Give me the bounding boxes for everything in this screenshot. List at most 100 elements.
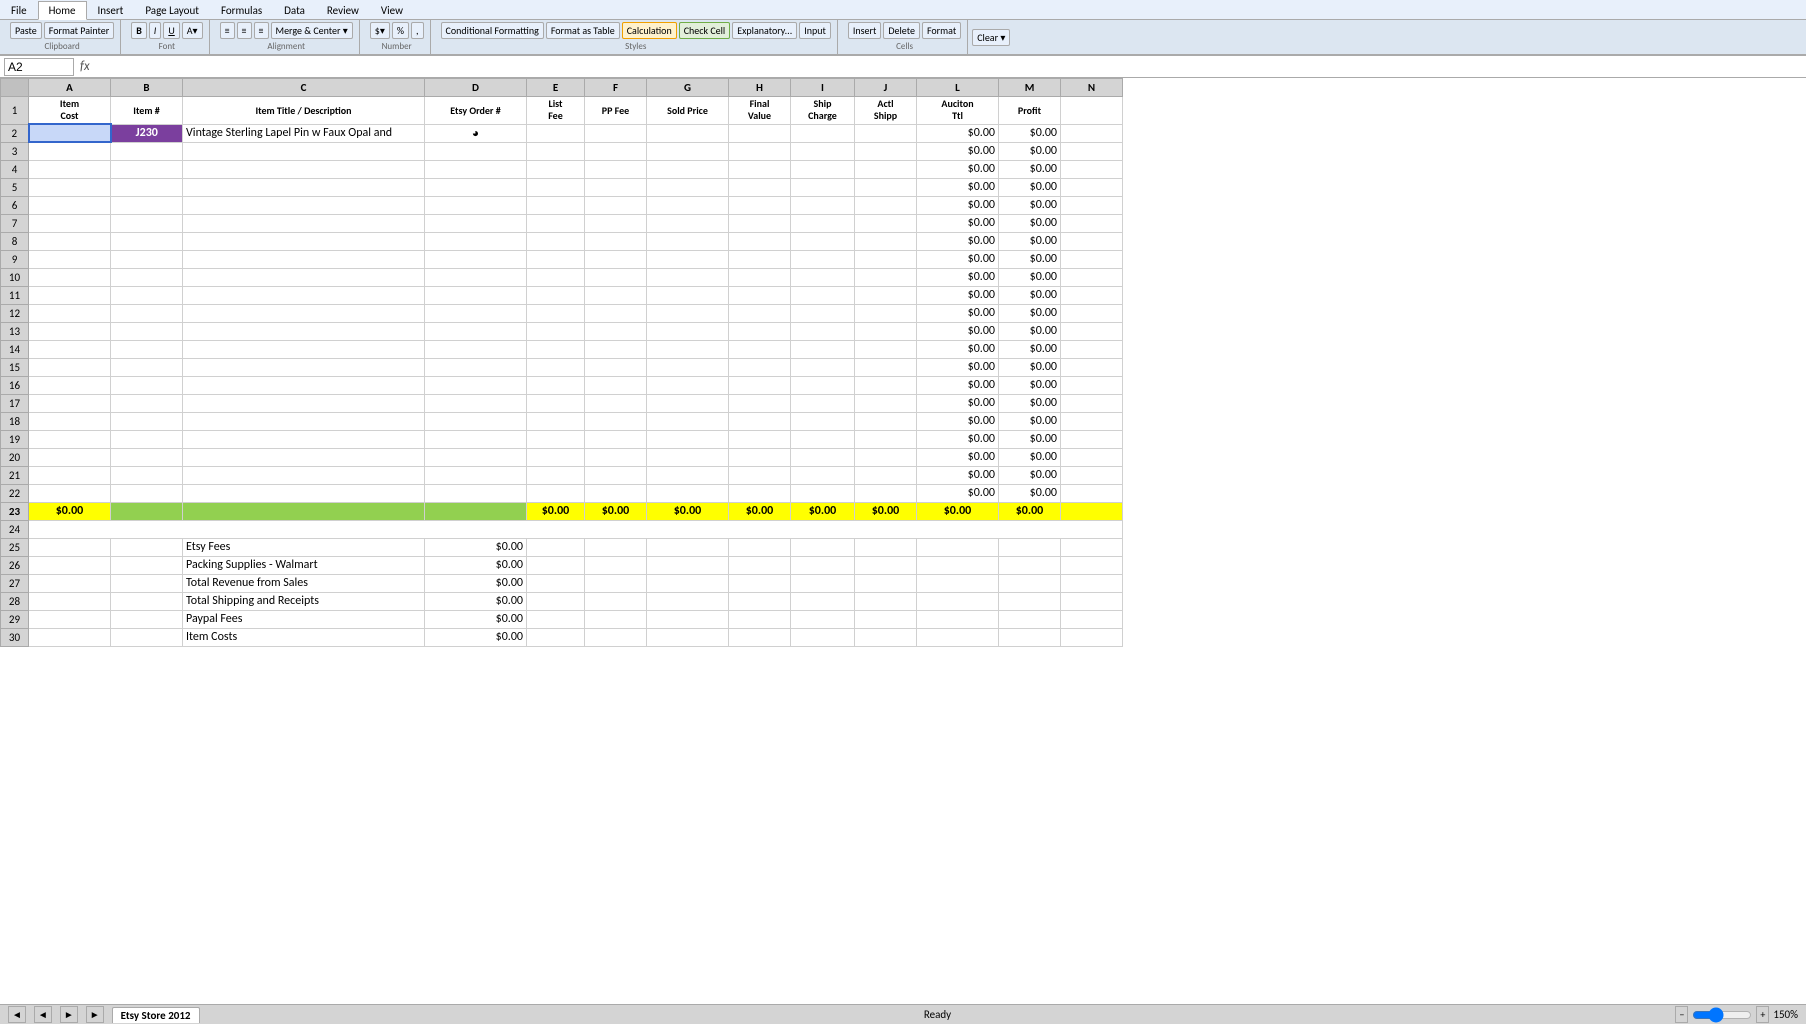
cell-e18[interactable]: [527, 412, 585, 430]
cell-f6[interactable]: [585, 196, 647, 214]
cell-f17[interactable]: [585, 394, 647, 412]
cell-a18[interactable]: [29, 412, 111, 430]
cell-i27[interactable]: [791, 574, 855, 592]
cell-g17[interactable]: [647, 394, 729, 412]
cell-c25-label[interactable]: Etsy Fees: [183, 538, 425, 556]
cell-f13[interactable]: [585, 322, 647, 340]
tab-review[interactable]: Review: [316, 1, 370, 19]
cell-a22[interactable]: [29, 484, 111, 502]
paste-button[interactable]: Paste: [10, 22, 42, 39]
cell-a2[interactable]: [29, 124, 111, 142]
cell-j7[interactable]: [855, 214, 917, 232]
cell-i25[interactable]: [791, 538, 855, 556]
tab-data[interactable]: Data: [273, 1, 316, 19]
nav-prev[interactable]: ◄: [34, 1006, 52, 1023]
cell-n4[interactable]: [1061, 160, 1123, 178]
cell-b1[interactable]: Item #: [111, 97, 183, 125]
cell-n14[interactable]: [1061, 340, 1123, 358]
cell-e27[interactable]: [527, 574, 585, 592]
cell-b15[interactable]: [111, 358, 183, 376]
cell-e9[interactable]: [527, 250, 585, 268]
cell-i15[interactable]: [791, 358, 855, 376]
cell-m13[interactable]: $0.00: [999, 322, 1061, 340]
cell-l4[interactable]: $0.00: [917, 160, 999, 178]
cell-e23-total[interactable]: $0.00: [527, 502, 585, 520]
cell-a6[interactable]: [29, 196, 111, 214]
col-header-h[interactable]: H: [729, 79, 791, 97]
cell-m16[interactable]: $0.00: [999, 376, 1061, 394]
cell-i19[interactable]: [791, 430, 855, 448]
cell-m14[interactable]: $0.00: [999, 340, 1061, 358]
cell-e16[interactable]: [527, 376, 585, 394]
cell-i26[interactable]: [791, 556, 855, 574]
col-header-f[interactable]: F: [585, 79, 647, 97]
cell-n1[interactable]: [1061, 97, 1123, 125]
cell-i12[interactable]: [791, 304, 855, 322]
cell-f2[interactable]: [585, 124, 647, 142]
cell-b5[interactable]: [111, 178, 183, 196]
cell-g9[interactable]: [647, 250, 729, 268]
cell-n26[interactable]: [1061, 556, 1123, 574]
cell-f28[interactable]: [585, 592, 647, 610]
cell-l29[interactable]: [917, 610, 999, 628]
cell-g29[interactable]: [647, 610, 729, 628]
cell-g8[interactable]: [647, 232, 729, 250]
cell-e1[interactable]: ListFee: [527, 97, 585, 125]
cell-c5[interactable]: [183, 178, 425, 196]
underline-button[interactable]: U: [163, 22, 179, 39]
cell-l23-total[interactable]: $0.00: [917, 502, 999, 520]
cell-h4[interactable]: [729, 160, 791, 178]
cell-i2[interactable]: [791, 124, 855, 142]
cell-d9[interactable]: [425, 250, 527, 268]
cell-j19[interactable]: [855, 430, 917, 448]
input-button[interactable]: Input: [799, 22, 831, 39]
cell-j22[interactable]: [855, 484, 917, 502]
cell-c9[interactable]: [183, 250, 425, 268]
cell-b4[interactable]: [111, 160, 183, 178]
cell-a1[interactable]: ItemCost: [29, 97, 111, 125]
cell-h12[interactable]: [729, 304, 791, 322]
cell-c28-label[interactable]: Total Shipping and Receipts: [183, 592, 425, 610]
cell-d3[interactable]: [425, 142, 527, 160]
cell-n8[interactable]: [1061, 232, 1123, 250]
cell-l30[interactable]: [917, 628, 999, 646]
cell-n17[interactable]: [1061, 394, 1123, 412]
cell-c29-label[interactable]: Paypal Fees: [183, 610, 425, 628]
cell-e11[interactable]: [527, 286, 585, 304]
cell-a30[interactable]: [29, 628, 111, 646]
cell-c20[interactable]: [183, 448, 425, 466]
cell-f3[interactable]: [585, 142, 647, 160]
cell-j18[interactable]: [855, 412, 917, 430]
cell-f5[interactable]: [585, 178, 647, 196]
cell-l13[interactable]: $0.00: [917, 322, 999, 340]
cell-h15[interactable]: [729, 358, 791, 376]
cell-f26[interactable]: [585, 556, 647, 574]
cell-h6[interactable]: [729, 196, 791, 214]
cell-g26[interactable]: [647, 556, 729, 574]
cell-d13[interactable]: [425, 322, 527, 340]
cell-f27[interactable]: [585, 574, 647, 592]
cell-j23-total[interactable]: $0.00: [855, 502, 917, 520]
cell-b30[interactable]: [111, 628, 183, 646]
cell-i6[interactable]: [791, 196, 855, 214]
cell-j6[interactable]: [855, 196, 917, 214]
cell-l7[interactable]: $0.00: [917, 214, 999, 232]
cell-j30[interactable]: [855, 628, 917, 646]
format-as-table-button[interactable]: Format as Table: [546, 22, 620, 39]
cell-h9[interactable]: [729, 250, 791, 268]
cell-f12[interactable]: [585, 304, 647, 322]
cell-a11[interactable]: [29, 286, 111, 304]
cell-b17[interactable]: [111, 394, 183, 412]
cell-c2[interactable]: Vintage Sterling Lapel Pin w Faux Opal a…: [183, 124, 425, 142]
cell-b25[interactable]: [111, 538, 183, 556]
cell-h30[interactable]: [729, 628, 791, 646]
cell-e13[interactable]: [527, 322, 585, 340]
cell-j1[interactable]: ActlShipp: [855, 97, 917, 125]
cell-n16[interactable]: [1061, 376, 1123, 394]
cell-h10[interactable]: [729, 268, 791, 286]
cell-l19[interactable]: $0.00: [917, 430, 999, 448]
cell-a12[interactable]: [29, 304, 111, 322]
format-painter-button[interactable]: Format Painter: [44, 22, 114, 39]
cell-m4[interactable]: $0.00: [999, 160, 1061, 178]
cell-d12[interactable]: [425, 304, 527, 322]
